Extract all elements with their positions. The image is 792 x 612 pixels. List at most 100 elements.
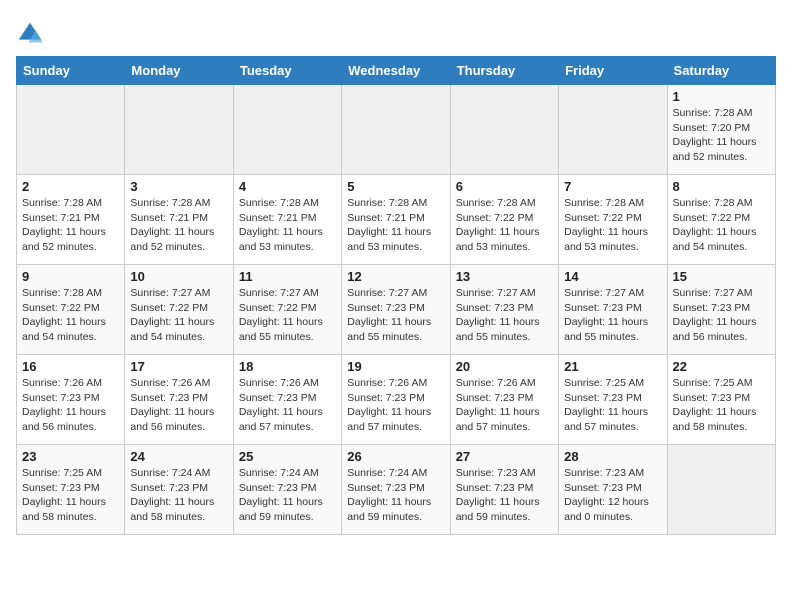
calendar-cell [233,85,341,175]
weekday-header-tuesday: Tuesday [233,57,341,85]
calendar-cell: 23 Sunrise: 7:25 AMSunset: 7:23 PMDayligh… [17,445,125,535]
calendar-cell: 13 Sunrise: 7:27 AMSunset: 7:23 PMDayligh… [450,265,558,355]
logo-icon [16,20,44,48]
day-number: 14 [564,269,661,284]
calendar-table: SundayMondayTuesdayWednesdayThursdayFrid… [16,56,776,535]
day-info: Sunrise: 7:26 AMSunset: 7:23 PMDaylight:… [239,376,336,435]
day-info: Sunrise: 7:24 AMSunset: 7:23 PMDaylight:… [130,466,227,525]
calendar-cell: 25Sunrise: 7:24 AMSunset: 7:23 PMDayligh… [233,445,341,535]
day-info: Sunrise: 7:26 AMSunset: 7:23 PMDaylight:… [22,376,119,435]
day-number: 8 [673,179,770,194]
weekday-header-monday: Monday [125,57,233,85]
calendar-cell: 1 Sunrise: 7:28 AMSunset: 7:20 PMDaylight… [667,85,775,175]
day-number: 9 [22,269,119,284]
day-info: Sunrise: 7:27 AMSunset: 7:23 PMDaylight:… [347,286,444,345]
day-number: 13 [456,269,553,284]
day-number: 2 [22,179,119,194]
day-info: Sunrise: 7:25 AMSunset: 7:23 PMDaylight:… [673,376,770,435]
day-number: 12 [347,269,444,284]
weekday-header-sunday: Sunday [17,57,125,85]
calendar-cell: 14 Sunrise: 7:27 AMSunset: 7:23 PMDayligh… [559,265,667,355]
day-info: Sunrise: 7:28 AMSunset: 7:21 PMDaylight:… [347,196,444,255]
day-info: Sunrise: 7:27 AMSunset: 7:23 PMDaylight:… [456,286,553,345]
calendar-cell: 10 Sunrise: 7:27 AMSunset: 7:22 PMDayligh… [125,265,233,355]
day-number: 24 [130,449,227,464]
day-number: 6 [456,179,553,194]
calendar-header: SundayMondayTuesdayWednesdayThursdayFrid… [17,57,776,85]
calendar-cell: 7 Sunrise: 7:28 AMSunset: 7:22 PMDaylight… [559,175,667,265]
calendar-cell: 6 Sunrise: 7:28 AMSunset: 7:22 PMDaylight… [450,175,558,265]
logo [16,20,48,48]
day-info: Sunrise: 7:28 AMSunset: 7:22 PMDaylight:… [673,196,770,255]
day-number: 28 [564,449,661,464]
calendar-cell: 18 Sunrise: 7:26 AMSunset: 7:23 PMDayligh… [233,355,341,445]
calendar-cell: 24 Sunrise: 7:24 AMSunset: 7:23 PMDayligh… [125,445,233,535]
weekday-header-friday: Friday [559,57,667,85]
weekday-header-saturday: Saturday [667,57,775,85]
day-number: 22 [673,359,770,374]
day-info: Sunrise: 7:28 AMSunset: 7:21 PMDaylight:… [130,196,227,255]
day-info: Sunrise: 7:27 AMSunset: 7:23 PMDaylight:… [564,286,661,345]
day-number: 3 [130,179,227,194]
calendar-cell [667,445,775,535]
day-info: Sunrise: 7:25 AMSunset: 7:23 PMDaylight:… [564,376,661,435]
calendar-cell: 22 Sunrise: 7:25 AMSunset: 7:23 PMDayligh… [667,355,775,445]
day-info: Sunrise: 7:27 AMSunset: 7:23 PMDaylight:… [673,286,770,345]
calendar-cell: 17 Sunrise: 7:26 AMSunset: 7:23 PMDayligh… [125,355,233,445]
day-info: Sunrise: 7:28 AMSunset: 7:22 PMDaylight:… [22,286,119,345]
calendar-cell: 27 Sunrise: 7:23 AMSunset: 7:23 PMDayligh… [450,445,558,535]
day-info: Sunrise: 7:27 AMSunset: 7:22 PMDaylight:… [130,286,227,345]
calendar-cell: 5 Sunrise: 7:28 AMSunset: 7:21 PMDaylight… [342,175,450,265]
day-info: Sunrise: 7:26 AMSunset: 7:23 PMDaylight:… [130,376,227,435]
day-info: Sunrise: 7:28 AMSunset: 7:21 PMDaylight:… [22,196,119,255]
calendar-cell: 12 Sunrise: 7:27 AMSunset: 7:23 PMDayligh… [342,265,450,355]
day-number: 4 [239,179,336,194]
calendar-cell [450,85,558,175]
day-number: 21 [564,359,661,374]
day-info: Sunrise: 7:28 AMSunset: 7:21 PMDaylight:… [239,196,336,255]
day-info: Sunrise: 7:24 AMSunset: 7:23 PMDaylight:… [239,466,336,525]
calendar-cell: 2 Sunrise: 7:28 AMSunset: 7:21 PMDaylight… [17,175,125,265]
day-info: Sunrise: 7:25 AMSunset: 7:23 PMDaylight:… [22,466,119,525]
calendar-cell: 3 Sunrise: 7:28 AMSunset: 7:21 PMDaylight… [125,175,233,265]
calendar-cell: 8 Sunrise: 7:28 AMSunset: 7:22 PMDaylight… [667,175,775,265]
day-info: Sunrise: 7:24 AMSunset: 7:23 PMDaylight:… [347,466,444,525]
day-number: 10 [130,269,227,284]
day-number: 20 [456,359,553,374]
day-info: Sunrise: 7:26 AMSunset: 7:23 PMDaylight:… [347,376,444,435]
calendar-cell [125,85,233,175]
day-info: Sunrise: 7:23 AMSunset: 7:23 PMDaylight:… [456,466,553,525]
calendar-cell [17,85,125,175]
day-number: 7 [564,179,661,194]
calendar-cell: 9 Sunrise: 7:28 AMSunset: 7:22 PMDaylight… [17,265,125,355]
calendar-cell: 11Sunrise: 7:27 AMSunset: 7:22 PMDayligh… [233,265,341,355]
day-number: 5 [347,179,444,194]
day-number: 17 [130,359,227,374]
day-info: Sunrise: 7:28 AMSunset: 7:22 PMDaylight:… [456,196,553,255]
calendar-cell: 21 Sunrise: 7:25 AMSunset: 7:23 PMDayligh… [559,355,667,445]
calendar-cell: 15 Sunrise: 7:27 AMSunset: 7:23 PMDayligh… [667,265,775,355]
page-header [16,16,776,48]
day-number: 11 [239,269,336,284]
day-number: 18 [239,359,336,374]
calendar-cell: 19 Sunrise: 7:26 AMSunset: 7:23 PMDayligh… [342,355,450,445]
calendar-cell: 16 Sunrise: 7:26 AMSunset: 7:23 PMDayligh… [17,355,125,445]
day-number: 16 [22,359,119,374]
day-info: Sunrise: 7:28 AMSunset: 7:22 PMDaylight:… [564,196,661,255]
calendar-cell: 26 Sunrise: 7:24 AMSunset: 7:23 PMDayligh… [342,445,450,535]
calendar-cell: 4 Sunrise: 7:28 AMSunset: 7:21 PMDaylight… [233,175,341,265]
day-number: 26 [347,449,444,464]
day-number: 19 [347,359,444,374]
calendar-cell [559,85,667,175]
day-number: 1 [673,89,770,104]
calendar-cell [342,85,450,175]
day-number: 27 [456,449,553,464]
day-number: 15 [673,269,770,284]
day-number: 23 [22,449,119,464]
day-info: Sunrise: 7:28 AMSunset: 7:20 PMDaylight:… [673,106,770,165]
day-info: Sunrise: 7:26 AMSunset: 7:23 PMDaylight:… [456,376,553,435]
weekday-header-wednesday: Wednesday [342,57,450,85]
weekday-header-thursday: Thursday [450,57,558,85]
calendar-cell: 28 Sunrise: 7:23 AMSunset: 7:23 PMDayligh… [559,445,667,535]
day-info: Sunrise: 7:23 AMSunset: 7:23 PMDaylight:… [564,466,661,525]
